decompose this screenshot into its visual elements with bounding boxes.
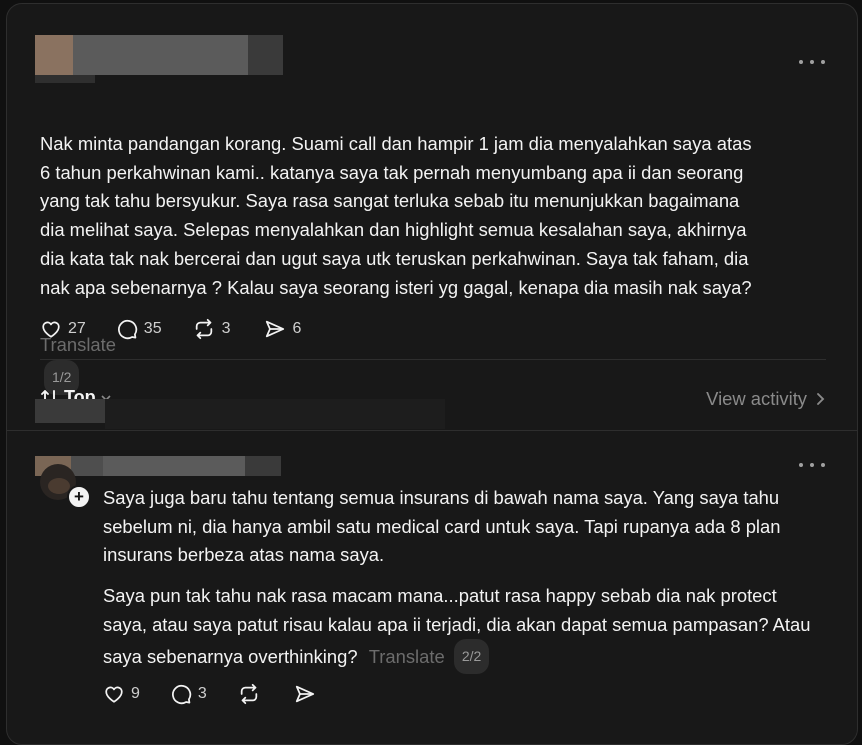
divider (40, 359, 826, 360)
like-button[interactable]: 9 (103, 683, 140, 705)
reply-count: 3 (197, 685, 207, 702)
repost-button[interactable]: 3 (192, 318, 231, 340)
more-horizontal-icon (799, 463, 803, 467)
thread-card: Nak minta pandangan korang. Suami call d… (6, 3, 858, 745)
reply-paragraph-2-block: Saya pun tak tahu nak rasa macam mana...… (103, 582, 813, 674)
repost-icon (240, 683, 258, 705)
reply-paragraph-1: Saya juga baru tahu tentang semua insura… (103, 487, 781, 565)
translate-link[interactable]: Translate (369, 646, 445, 667)
heart-icon (42, 321, 60, 338)
view-activity-label: View activity (706, 388, 807, 409)
send-icon (265, 320, 284, 338)
divider (7, 430, 857, 431)
page-indicator: 2/2 (453, 639, 490, 674)
repost-count: 3 (221, 320, 231, 337)
comment-icon (171, 684, 192, 705)
like-count: 9 (131, 685, 140, 702)
post-body: Nak minta pandangan korang. Suami call d… (40, 101, 830, 395)
repost-icon (195, 318, 212, 340)
post-more-button[interactable] (799, 56, 825, 68)
follow-plus-icon[interactable]: + (67, 485, 91, 509)
reply-button[interactable]: 35 (116, 318, 162, 340)
reply-actions: 9 3 (103, 683, 317, 705)
view-activity-link[interactable]: View activity (706, 388, 825, 410)
share-button[interactable] (293, 683, 317, 705)
more-horizontal-icon (799, 60, 803, 64)
chevron-right-icon (817, 393, 825, 405)
comment-icon (117, 319, 137, 340)
reply-button[interactable]: 3 (170, 683, 207, 705)
share-count: 6 (292, 320, 302, 337)
like-count: 27 (68, 320, 86, 337)
post-actions: 27 35 3 6 (40, 318, 301, 340)
like-button[interactable]: 27 (40, 318, 86, 340)
repost-button[interactable] (237, 683, 261, 705)
post-text: Nak minta pandangan korang. Suami call d… (40, 132, 752, 298)
heart-icon (105, 686, 123, 703)
share-button[interactable]: 6 (263, 318, 302, 340)
reply-count: 35 (143, 320, 162, 337)
reply-more-button[interactable] (799, 459, 825, 471)
send-icon (295, 685, 314, 703)
